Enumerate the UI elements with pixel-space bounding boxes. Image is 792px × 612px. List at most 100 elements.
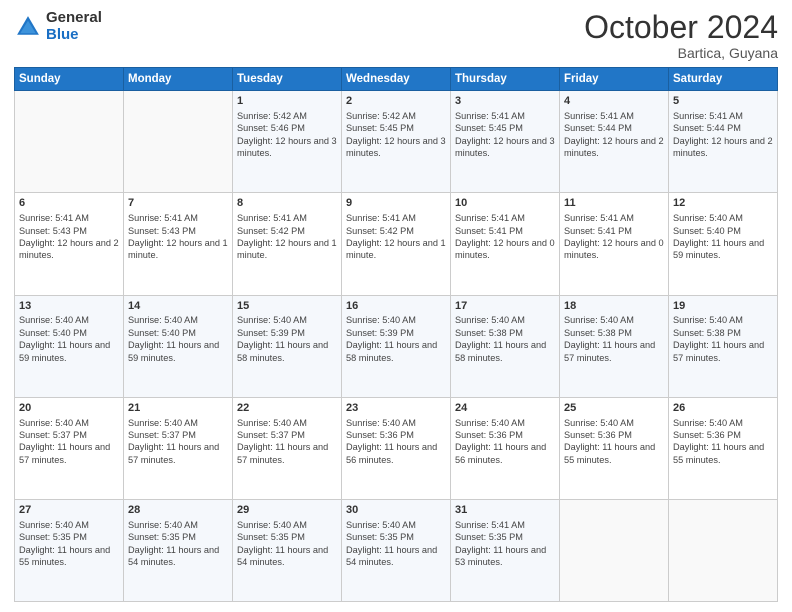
day-cell: 22Sunrise: 5:40 AMSunset: 5:37 PMDayligh… xyxy=(233,397,342,499)
day-number: 8 xyxy=(237,196,337,211)
weekday-saturday: Saturday xyxy=(669,68,778,91)
day-cell: 20Sunrise: 5:40 AMSunset: 5:37 PMDayligh… xyxy=(15,397,124,499)
day-info: Sunrise: 5:40 AMSunset: 5:40 PMDaylight:… xyxy=(128,314,228,364)
day-number: 3 xyxy=(455,94,555,109)
day-number: 1 xyxy=(237,94,337,109)
day-info: Sunrise: 5:41 AMSunset: 5:42 PMDaylight:… xyxy=(346,212,446,262)
day-number: 17 xyxy=(455,299,555,314)
day-number: 2 xyxy=(346,94,446,109)
day-info: Sunrise: 5:40 AMSunset: 5:39 PMDaylight:… xyxy=(237,314,337,364)
day-info: Sunrise: 5:40 AMSunset: 5:35 PMDaylight:… xyxy=(19,519,119,569)
day-cell: 30Sunrise: 5:40 AMSunset: 5:35 PMDayligh… xyxy=(342,499,451,601)
day-cell: 7Sunrise: 5:41 AMSunset: 5:43 PMDaylight… xyxy=(124,193,233,295)
day-number: 28 xyxy=(128,503,228,518)
day-info: Sunrise: 5:40 AMSunset: 5:36 PMDaylight:… xyxy=(564,417,664,467)
day-cell: 27Sunrise: 5:40 AMSunset: 5:35 PMDayligh… xyxy=(15,499,124,601)
day-cell: 1Sunrise: 5:42 AMSunset: 5:46 PMDaylight… xyxy=(233,91,342,193)
day-number: 11 xyxy=(564,196,664,211)
title-block: October 2024 Bartica, Guyana xyxy=(584,10,778,61)
day-number: 18 xyxy=(564,299,664,314)
day-number: 22 xyxy=(237,401,337,416)
day-info: Sunrise: 5:40 AMSunset: 5:35 PMDaylight:… xyxy=(237,519,337,569)
day-info: Sunrise: 5:40 AMSunset: 5:35 PMDaylight:… xyxy=(128,519,228,569)
day-number: 26 xyxy=(673,401,773,416)
day-info: Sunrise: 5:41 AMSunset: 5:43 PMDaylight:… xyxy=(19,212,119,262)
week-row-4: 20 Sunrise: 5:40 AMSunset: 5:37 PMDayligh… xyxy=(15,397,778,499)
logo-line2: Blue xyxy=(46,27,102,44)
day-info: Sunrise: 5:41 AMSunset: 5:42 PMDaylight:… xyxy=(237,212,337,262)
day-info: Sunrise: 5:41 AMSunset: 5:41 PMDaylight:… xyxy=(564,212,664,262)
month-title: October 2024 xyxy=(584,10,778,45)
logo-line1: General xyxy=(46,10,102,27)
day-number: 15 xyxy=(237,299,337,314)
day-cell: 12Sunrise: 5:40 AMSunset: 5:40 PMDayligh… xyxy=(669,193,778,295)
day-info: Sunrise: 5:41 AMSunset: 5:35 PMDaylight:… xyxy=(455,519,555,569)
day-cell: 2Sunrise: 5:42 AMSunset: 5:45 PMDaylight… xyxy=(342,91,451,193)
day-cell: 14Sunrise: 5:40 AMSunset: 5:40 PMDayligh… xyxy=(124,295,233,397)
day-cell: 13Sunrise: 5:40 AMSunset: 5:40 PMDayligh… xyxy=(15,295,124,397)
weekday-thursday: Thursday xyxy=(451,68,560,91)
day-number: 30 xyxy=(346,503,446,518)
day-cell: 24Sunrise: 5:40 AMSunset: 5:36 PMDayligh… xyxy=(451,397,560,499)
day-cell xyxy=(560,499,669,601)
page: General Blue October 2024 Bartica, Guyan… xyxy=(0,0,792,612)
day-info: Sunrise: 5:41 AMSunset: 5:41 PMDaylight:… xyxy=(455,212,555,262)
day-number: 4 xyxy=(564,94,664,109)
day-info: Sunrise: 5:40 AMSunset: 5:40 PMDaylight:… xyxy=(19,314,119,364)
day-cell: 6Sunrise: 5:41 AMSunset: 5:43 PMDaylight… xyxy=(15,193,124,295)
day-info: Sunrise: 5:41 AMSunset: 5:44 PMDaylight:… xyxy=(564,110,664,160)
day-info: Sunrise: 5:40 AMSunset: 5:36 PMDaylight:… xyxy=(346,417,446,467)
header: General Blue October 2024 Bartica, Guyan… xyxy=(14,10,778,61)
day-cell: 25Sunrise: 5:40 AMSunset: 5:36 PMDayligh… xyxy=(560,397,669,499)
day-number: 16 xyxy=(346,299,446,314)
day-cell: 4Sunrise: 5:41 AMSunset: 5:44 PMDaylight… xyxy=(560,91,669,193)
day-cell: 15Sunrise: 5:40 AMSunset: 5:39 PMDayligh… xyxy=(233,295,342,397)
week-row-1: 1Sunrise: 5:42 AMSunset: 5:46 PMDaylight… xyxy=(15,91,778,193)
day-info: Sunrise: 5:40 AMSunset: 5:36 PMDaylight:… xyxy=(455,417,555,467)
day-info: Sunrise: 5:40 AMSunset: 5:38 PMDaylight:… xyxy=(673,314,773,364)
day-cell: 26Sunrise: 5:40 AMSunset: 5:36 PMDayligh… xyxy=(669,397,778,499)
day-number: 21 xyxy=(128,401,228,416)
day-number: 6 xyxy=(19,196,119,211)
day-info: Sunrise: 5:40 AMSunset: 5:36 PMDaylight:… xyxy=(673,417,773,467)
weekday-monday: Monday xyxy=(124,68,233,91)
day-info: Sunrise: 5:40 AMSunset: 5:38 PMDaylight:… xyxy=(455,314,555,364)
day-info: Sunrise: 5:40 AMSunset: 5:39 PMDaylight:… xyxy=(346,314,446,364)
day-info: Sunrise: 5:42 AMSunset: 5:46 PMDaylight:… xyxy=(237,110,337,160)
logo-text: General Blue xyxy=(46,10,102,43)
day-cell: 29Sunrise: 5:40 AMSunset: 5:35 PMDayligh… xyxy=(233,499,342,601)
day-number: 9 xyxy=(346,196,446,211)
day-number: 24 xyxy=(455,401,555,416)
weekday-sunday: Sunday xyxy=(15,68,124,91)
day-cell: 28Sunrise: 5:40 AMSunset: 5:35 PMDayligh… xyxy=(124,499,233,601)
day-info: Sunrise: 5:40 AMSunset: 5:37 PMDaylight:… xyxy=(237,417,337,467)
week-row-2: 6Sunrise: 5:41 AMSunset: 5:43 PMDaylight… xyxy=(15,193,778,295)
day-info: Sunrise: 5:40 AMSunset: 5:40 PMDaylight:… xyxy=(673,212,773,262)
day-info: Sunrise: 5:41 AMSunset: 5:45 PMDaylight:… xyxy=(455,110,555,160)
day-number: 19 xyxy=(673,299,773,314)
day-info: Sunrise: 5:42 AMSunset: 5:45 PMDaylight:… xyxy=(346,110,446,160)
day-cell: 10Sunrise: 5:41 AMSunset: 5:41 PMDayligh… xyxy=(451,193,560,295)
calendar-table: SundayMondayTuesdayWednesdayThursdayFrid… xyxy=(14,67,778,602)
day-cell: 17Sunrise: 5:40 AMSunset: 5:38 PMDayligh… xyxy=(451,295,560,397)
day-cell: 21Sunrise: 5:40 AMSunset: 5:37 PMDayligh… xyxy=(124,397,233,499)
day-info: Sunrise: 5:40 AMSunset: 5:37 PMDaylight:… xyxy=(128,417,228,467)
day-cell: 5Sunrise: 5:41 AMSunset: 5:44 PMDaylight… xyxy=(669,91,778,193)
logo-icon xyxy=(14,13,42,41)
day-cell xyxy=(124,91,233,193)
day-cell: 3Sunrise: 5:41 AMSunset: 5:45 PMDaylight… xyxy=(451,91,560,193)
day-number: 31 xyxy=(455,503,555,518)
day-cell xyxy=(669,499,778,601)
day-number: 20 xyxy=(19,401,119,416)
day-cell: 19Sunrise: 5:40 AMSunset: 5:38 PMDayligh… xyxy=(669,295,778,397)
day-info: Sunrise: 5:41 AMSunset: 5:44 PMDaylight:… xyxy=(673,110,773,160)
day-cell: 11Sunrise: 5:41 AMSunset: 5:41 PMDayligh… xyxy=(560,193,669,295)
day-number: 29 xyxy=(237,503,337,518)
location: Bartica, Guyana xyxy=(584,45,778,61)
day-number: 27 xyxy=(19,503,119,518)
day-cell: 23Sunrise: 5:40 AMSunset: 5:36 PMDayligh… xyxy=(342,397,451,499)
day-cell xyxy=(15,91,124,193)
day-number: 7 xyxy=(128,196,228,211)
week-row-3: 13Sunrise: 5:40 AMSunset: 5:40 PMDayligh… xyxy=(15,295,778,397)
weekday-tuesday: Tuesday xyxy=(233,68,342,91)
